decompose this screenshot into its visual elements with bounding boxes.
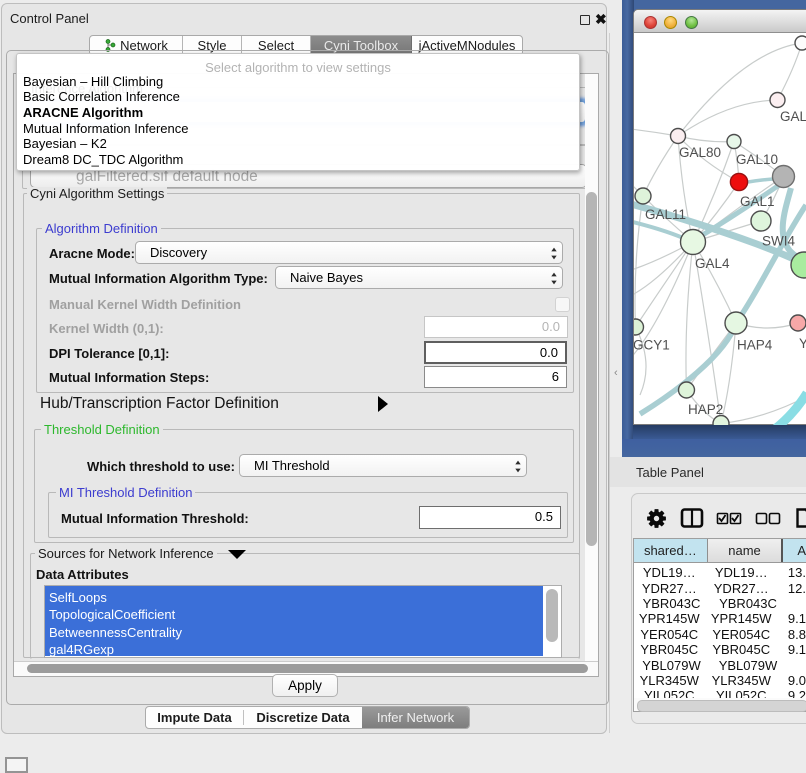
svg-text:GAL10: GAL10 xyxy=(736,152,778,167)
svg-text:GAL4: GAL4 xyxy=(695,256,730,271)
svg-text:GAL11: GAL11 xyxy=(645,207,686,222)
svg-text:HAP4: HAP4 xyxy=(737,338,773,353)
svg-text:GAL1: GAL1 xyxy=(740,194,775,209)
svg-text:HAP2: HAP2 xyxy=(688,402,723,417)
svg-text:GAL80: GAL80 xyxy=(679,145,721,160)
svg-text:GCY1: GCY1 xyxy=(634,338,670,353)
svg-text:Y: Y xyxy=(799,336,806,351)
svg-text:SWI4: SWI4 xyxy=(762,234,795,249)
svg-text:GAL: GAL xyxy=(780,109,806,124)
